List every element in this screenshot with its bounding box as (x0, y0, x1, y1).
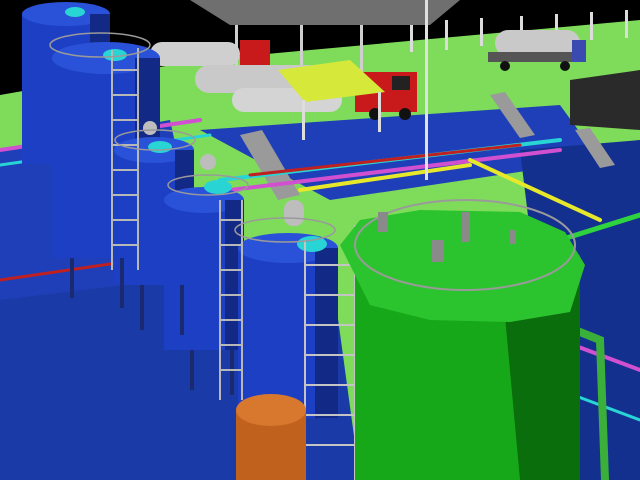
loading-roof (190, 0, 460, 25)
tank-farm-scene (0, 0, 640, 480)
building (570, 70, 640, 130)
green-tank (340, 199, 585, 480)
orange-tank (236, 394, 306, 480)
canopy-post (302, 100, 305, 140)
canopy-post (378, 92, 381, 132)
light-pole (425, 0, 428, 180)
tanker-truck-1 (150, 40, 270, 68)
